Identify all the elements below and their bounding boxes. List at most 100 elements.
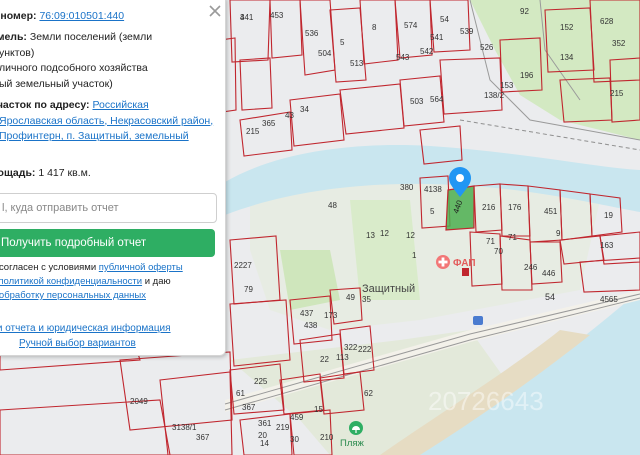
parcel-number-label: 8 (372, 23, 377, 32)
parcel-number-label: 15 (314, 405, 323, 414)
category-label: емель: (0, 31, 27, 43)
sample-report-row: ли отчета и юридическая информация (0, 321, 219, 337)
parcel-number-label: 216 (482, 203, 496, 212)
parcel-number-label: 3 (240, 13, 245, 22)
address-label: участок по адресу: (0, 99, 90, 111)
address-link[interactable]: Ярославская область, Некрасовский район, (0, 115, 213, 127)
cadastral-label: й номер: (0, 10, 37, 22)
parcel-number-label: 22 (320, 355, 329, 364)
beach-icon[interactable] (349, 421, 363, 435)
data-processing-link[interactable]: а обработку персональных данных (0, 290, 146, 301)
parcel-number-label: 70 (494, 247, 503, 256)
parcel-number-label: 62 (364, 389, 373, 398)
parcel-number-label: 446 (542, 269, 556, 278)
parcel-number-label: 628 (600, 17, 614, 26)
parcel-number-label: 176 (508, 203, 522, 212)
parcel-number-label: 1 (412, 251, 417, 260)
parcel-number-label: 380 (400, 183, 414, 192)
parcel-number-label: 437 (300, 309, 314, 318)
parcel-number-label: 9 (556, 229, 561, 238)
cadastral-number-link[interactable]: 76:09:010501:440 (39, 10, 124, 22)
manual-choice-row: Ручной выбор вариантов (19, 336, 219, 352)
beach-label: Пляж (340, 438, 365, 449)
fap-label: ФАП (453, 258, 476, 269)
category-row: емель: Земли поселений (земли унктов) ли… (0, 30, 219, 92)
category-text: личного подсобного хозяйства (0, 62, 148, 74)
sample-report-link[interactable]: ли отчета и юридическая информация (0, 323, 171, 334)
parcel-number-label: 12 (406, 231, 415, 240)
parcel-number-label: 219 (276, 423, 290, 432)
parcel-number-label: 438 (304, 321, 318, 330)
parcel-number-label: 2049 (130, 397, 148, 406)
parcel-number-label: 71 (508, 233, 517, 242)
parcel-number-label: 453 (270, 11, 284, 20)
parcel-number-label: 526 (480, 43, 494, 52)
parcel-number-label: 54 (440, 15, 449, 24)
manual-choice-link[interactable]: Ручной выбор вариантов (19, 338, 136, 349)
parcel-number-label: 152 (560, 23, 574, 32)
parcel-number-label: 138/2 (484, 91, 505, 100)
parcel-number-label: 459 (290, 413, 304, 422)
watermark: 20726643 (428, 386, 544, 416)
parcel-number-label: 513 (350, 59, 364, 68)
parcel-number-label: 574 (404, 21, 418, 30)
address-link[interactable]: Российская (92, 99, 148, 111)
parcel-number-label: 5 (430, 207, 435, 216)
parcel-number-label: 5 (340, 38, 345, 47)
parcel-number-label: 215 (246, 127, 260, 136)
road-number: 54 (545, 292, 555, 302)
parcel-number-label: 4138 (424, 185, 442, 194)
area-row: лощадь: 1 417 кв.м. (0, 166, 219, 182)
parcel-number-label: 542 (420, 47, 434, 56)
parcel-number-label: 3138/1 (172, 423, 197, 432)
parcel-number-label: 113 (336, 353, 349, 362)
parcel-number-label: 14 (260, 439, 269, 448)
parcel-number-label: 34 (300, 105, 309, 114)
privacy-link[interactable]: политикой конфиденциальности (0, 276, 142, 287)
parcel-number-label: 79 (244, 285, 253, 294)
parcel-number-label: 322 (344, 343, 358, 352)
parcel-number-label: 222 (358, 345, 372, 354)
parcel-number-label: 215 (610, 89, 624, 98)
parcel-number-label: 48 (328, 201, 337, 210)
consent-text: и согласен с условиями публичной оферты … (0, 261, 219, 303)
parcel-number-label: 365 (262, 119, 276, 128)
parcel-number-label: 173 (324, 311, 338, 320)
parcel-number-label: 61 (236, 389, 245, 398)
parcel-number-label: 163 (600, 241, 614, 250)
email-input[interactable] (0, 194, 216, 222)
parcel-number-label: 30 (290, 435, 299, 444)
address-link[interactable]: Профинтерн, п. Защитный, земельный (0, 130, 189, 142)
parcel-number-label: 2227 (234, 261, 252, 270)
area-label: лощадь: (0, 167, 36, 179)
parcel-number-label: 536 (305, 29, 319, 38)
parcel-number-label: 543 (396, 53, 410, 62)
place-name: Защитный (362, 283, 415, 295)
parcel-number-label: 12 (380, 229, 389, 238)
category-text: Земли поселений (земли (29, 31, 153, 43)
parcel-number-label: 71 (486, 237, 495, 246)
parcel-number-label: 225 (254, 377, 268, 386)
parcel-number-label: 541 (430, 33, 444, 42)
parcel-number-label: 451 (544, 207, 558, 216)
parcel-number-label: 4565 (600, 295, 618, 304)
parcel-number-label: 367 (196, 433, 210, 442)
parcel-number-label: 19 (604, 211, 613, 220)
parcel-number-label: 564 (430, 95, 444, 104)
parcel-number-label: 246 (524, 263, 538, 272)
category-text: унктов) (0, 46, 35, 59)
offer-link[interactable]: публичной оферты (99, 262, 183, 273)
parcel-number-label: 49 (346, 293, 355, 302)
parcel-number-label: 43 (285, 111, 294, 120)
parcel-number-label: 153 (500, 81, 514, 90)
email-field[interactable] (0, 193, 217, 223)
parcel-number-label: 503 (410, 97, 424, 106)
medical-icon[interactable] (436, 255, 450, 269)
parcel-number-label: 92 (520, 7, 529, 16)
parcel-number-label: 361 (258, 419, 272, 428)
area-value: 1 417 кв.м. (38, 167, 91, 179)
get-report-button[interactable]: Получить подробный отчет (0, 229, 215, 257)
parcel-number-label: 539 (460, 27, 474, 36)
info-panel: й номер: 76:09:010501:440 емель: Земли п… (0, 0, 226, 356)
parcel-number-label: 504 (318, 49, 332, 58)
